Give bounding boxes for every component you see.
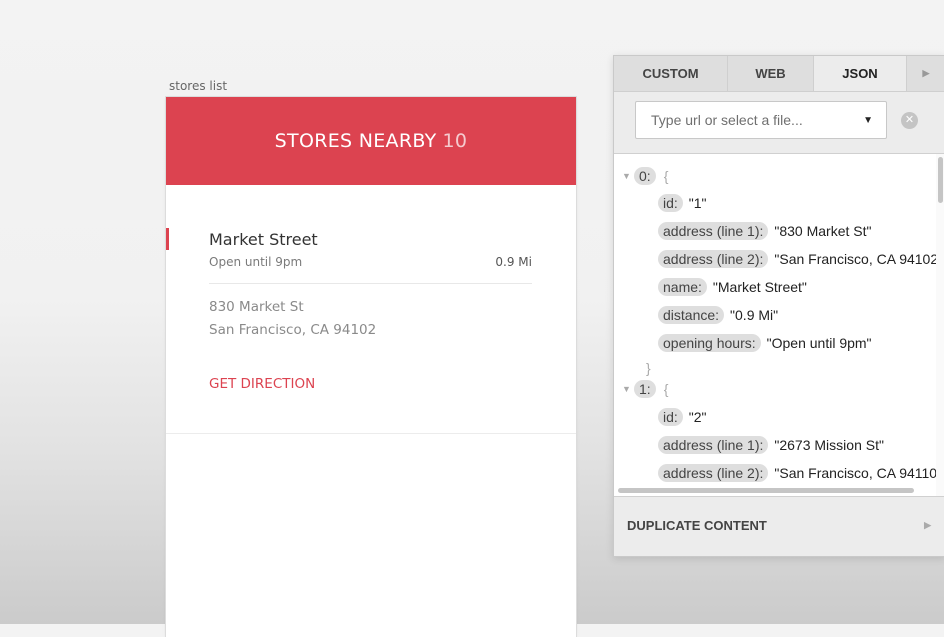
url-placeholder: Type url or select a file... (651, 112, 803, 128)
json-value: } (646, 360, 651, 376)
json-line: id: "1" (658, 192, 707, 214)
store-count: 10 (442, 130, 468, 152)
json-line: ▼ 1: { (614, 378, 668, 400)
json-value: "Open until 9pm" (766, 335, 872, 351)
store-distance: 0.9 Mi (495, 255, 532, 269)
selected-indicator (166, 228, 169, 250)
json-key[interactable]: address (line 1): (658, 436, 769, 454)
json-line: opening hours: "Open until 9pm" (658, 332, 872, 354)
expand-toggle-icon[interactable]: ▼ (622, 171, 634, 181)
stores-list-artboard: STORES NEARBY 10 Market Street Open unti… (166, 97, 576, 637)
json-line: address (line 1): "830 Market St" (658, 220, 871, 242)
json-key[interactable]: address (line 1): (658, 222, 769, 240)
expand-toggle-icon[interactable]: ▼ (622, 384, 634, 394)
vertical-scrollbar[interactable] (938, 157, 943, 203)
duplicate-content-section[interactable]: DUPLICATE CONTENT ▶ (614, 497, 944, 553)
json-value: "San Francisco, CA 94110" (774, 465, 943, 481)
json-line: address (line 2): "San Francisco, CA 9410… (658, 248, 943, 270)
frame-label: stores list (169, 79, 228, 93)
json-key[interactable]: id: (658, 408, 683, 426)
get-direction-link[interactable]: GET DIRECTION (209, 376, 532, 392)
json-value: "2673 Mission St" (774, 437, 884, 453)
url-row: Type url or select a file... ▼ (614, 92, 944, 154)
header-title: STORES NEARBY (274, 130, 437, 152)
json-line: ▼ 0: { (614, 165, 668, 187)
json-line: name: "Market Street" (658, 276, 807, 298)
json-line: address (line 2): "San Francisco, CA 9411… (658, 462, 942, 484)
tab-custom[interactable]: CUSTOM (614, 56, 728, 91)
json-line: id: "2" (658, 406, 707, 428)
horizontal-scrollbar[interactable] (618, 488, 914, 493)
address-line-1: 830 Market St (209, 299, 304, 315)
store-address: 830 Market St San Francisco, CA 94102 (209, 296, 532, 342)
clear-icon[interactable]: ✕ (901, 112, 918, 129)
json-value: "830 Market St" (774, 223, 872, 239)
json-value: "0.9 Mi" (730, 307, 779, 323)
tab-json[interactable]: JSON (814, 56, 907, 91)
store-hours: Open until 9pm (209, 255, 303, 269)
json-key[interactable]: 0: (634, 167, 656, 185)
json-value: { (663, 168, 669, 184)
chevron-right-icon: ▶ (924, 519, 931, 530)
stores-header: STORES NEARBY 10 (166, 97, 576, 185)
json-line: address (line 1): "2673 Mission St" (658, 434, 884, 456)
json-line: } (644, 357, 651, 379)
address-line-2: San Francisco, CA 94102 (209, 322, 377, 338)
json-value: "2" (688, 409, 707, 425)
json-key[interactable]: 1: (634, 380, 656, 398)
json-key[interactable]: address (line 2): (658, 250, 769, 268)
json-value: "Market Street" (712, 279, 807, 295)
store-card[interactable]: Market Street Open until 9pm 0.9 Mi 830 … (166, 185, 576, 434)
url-select[interactable]: Type url or select a file... ▼ (635, 101, 887, 139)
json-key[interactable]: opening hours: (658, 334, 761, 352)
panel-tabs: CUSTOM WEB JSON ▶ (614, 56, 944, 92)
data-panel: CUSTOM WEB JSON ▶ Type url or select a f… (613, 55, 944, 557)
json-key[interactable]: name: (658, 278, 707, 296)
json-value: "1" (688, 195, 707, 211)
json-value: { (663, 381, 669, 397)
json-key[interactable]: address (line 2): (658, 464, 769, 482)
store-meta: Open until 9pm 0.9 Mi (209, 255, 532, 284)
json-viewer[interactable]: ▼ 0:{id: "1" address (line 1): "830 Market S… (614, 154, 944, 497)
store-name: Market Street (209, 230, 318, 249)
json-key[interactable]: distance: (658, 306, 725, 324)
duplicate-content-label: DUPLICATE CONTENT (627, 517, 767, 533)
json-line: distance: "0.9 Mi" (658, 304, 778, 326)
json-value: "San Francisco, CA 94102" (774, 251, 944, 267)
vertical-scrollbar-track[interactable] (936, 154, 944, 496)
chevron-down-icon: ▼ (863, 114, 873, 126)
json-key[interactable]: id: (658, 194, 683, 212)
tabs-more-icon[interactable]: ▶ (907, 56, 944, 91)
tab-web[interactable]: WEB (728, 56, 814, 91)
